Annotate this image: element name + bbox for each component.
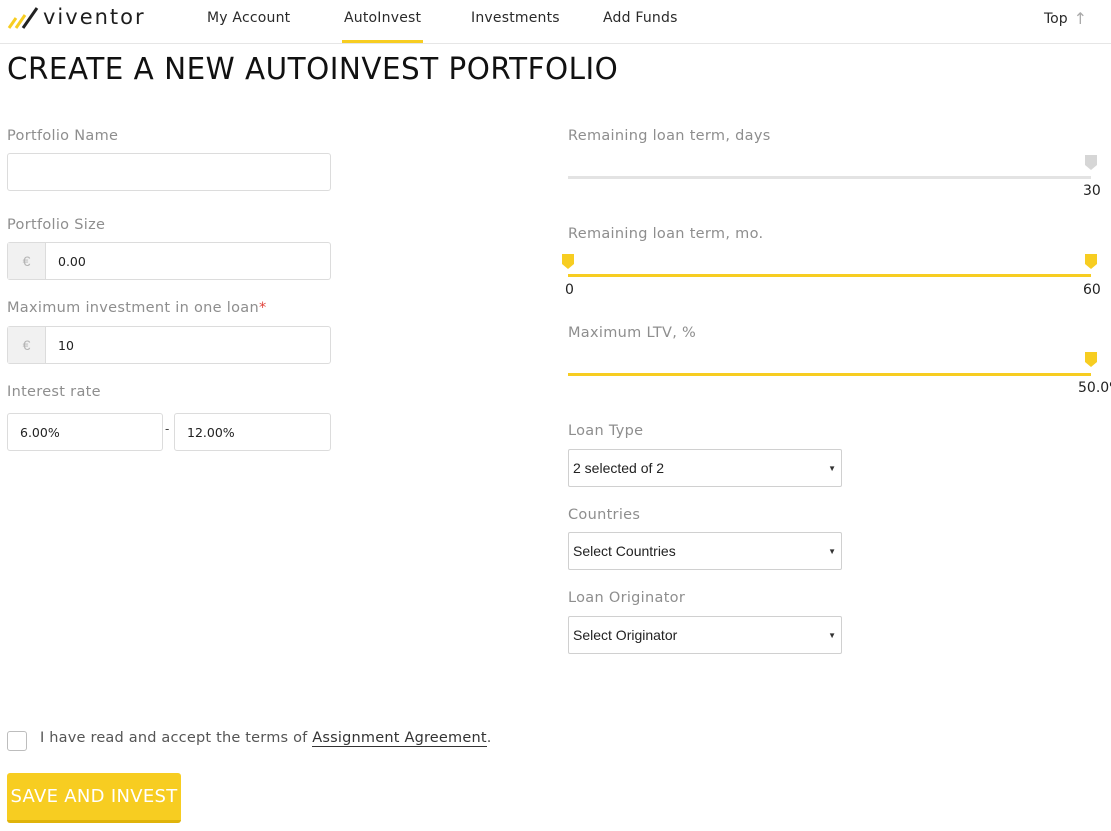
remaining-months-max-value: 60 [1083,282,1101,298]
max-investment-label: Maximum investment in one loan* [7,300,267,316]
nav-autoinvest[interactable]: AutoInvest [341,10,424,43]
top-navigation-bar: viventor My Account AutoInvest Investmen… [0,0,1111,44]
page-title: CREATE A NEW AUTOINVEST PORTFOLIO [7,52,619,87]
remaining-days-max-handle[interactable] [1085,155,1097,170]
euro-icon: € [8,243,46,279]
terms-text: I have read and accept the terms of Assi… [40,730,492,747]
loan-type-selected: 2 selected of 2 [573,460,665,476]
loan-originator-selected: Select Originator [573,627,678,643]
caret-down-icon: ▼ [828,464,836,473]
loan-originator-select[interactable]: Select Originator ▼ [568,616,842,654]
required-asterisk: * [258,300,267,316]
loan-type-select[interactable]: 2 selected of 2 ▼ [568,449,842,487]
countries-label: Countries [568,507,641,523]
interest-rate-min-input[interactable]: 6.00% [7,413,163,451]
interest-rate-label: Interest rate [7,384,101,400]
remaining-days-max-value: 30 [1083,183,1101,199]
remaining-months-min-handle[interactable] [562,254,574,269]
remaining-days-label: Remaining loan term, days [568,128,771,144]
max-ltv-max-value: 50.0% [1078,380,1111,396]
viventor-logo[interactable]: viventor [7,4,146,30]
interest-rate-max-value: 12.00% [187,424,235,440]
arrow-up-icon: ↑ [1073,9,1088,28]
logo-stripes-icon [7,5,41,29]
max-ltv-max-handle[interactable] [1085,352,1097,367]
terms-suffix: . [486,730,492,746]
max-ltv-slider-track[interactable] [568,373,1091,376]
remaining-months-slider-track[interactable] [568,274,1091,277]
interest-rate-separator: - [165,421,170,436]
remaining-months-min-value: 0 [565,282,574,298]
nav-investments[interactable]: Investments [471,10,560,26]
euro-icon: € [8,327,46,363]
max-ltv-label: Maximum LTV, % [568,325,697,341]
remaining-days-slider-track[interactable] [568,176,1091,179]
countries-select[interactable]: Select Countries ▼ [568,532,842,570]
nav-my-account[interactable]: My Account [207,10,290,26]
top-label: Top [1044,10,1068,27]
max-investment-label-text: Maximum investment in one loan [7,300,259,316]
portfolio-size-input[interactable]: € 0.00 [7,242,331,280]
portfolio-size-value: 0.00 [58,253,86,269]
remaining-months-label: Remaining loan term, mo. [568,226,764,242]
portfolio-name-label: Portfolio Name [7,128,119,144]
max-investment-input[interactable]: € 10 [7,326,331,364]
back-to-top-link[interactable]: Top ↑ [1044,9,1087,28]
caret-down-icon: ▼ [828,631,836,640]
logo-text: viventor [43,5,146,29]
save-and-invest-button[interactable]: SAVE AND INVEST [7,773,181,823]
countries-selected: Select Countries [573,543,676,559]
interest-rate-max-input[interactable]: 12.00% [174,413,331,451]
remaining-months-max-handle[interactable] [1085,254,1097,269]
loan-originator-label: Loan Originator [568,590,686,606]
interest-rate-min-value: 6.00% [20,424,60,440]
portfolio-size-label: Portfolio Size [7,217,106,233]
loan-type-label: Loan Type [568,423,644,439]
portfolio-name-input[interactable] [7,153,331,191]
nav-add-funds[interactable]: Add Funds [603,10,678,26]
max-investment-value: 10 [58,337,74,353]
accept-terms-checkbox[interactable] [7,731,27,751]
terms-prefix: I have read and accept the terms of [40,730,313,746]
assignment-agreement-link[interactable]: Assignment Agreement [312,730,487,747]
caret-down-icon: ▼ [828,547,836,556]
